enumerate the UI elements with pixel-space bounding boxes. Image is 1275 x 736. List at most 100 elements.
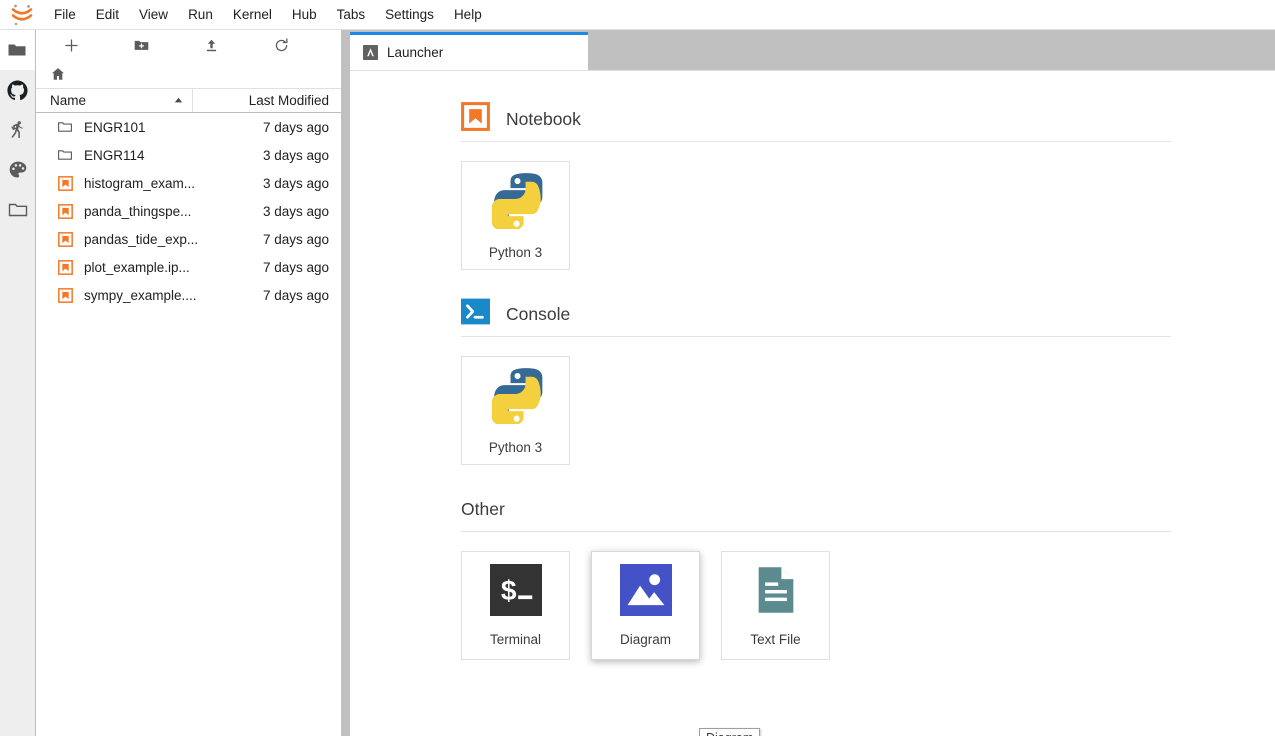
tab-launcher[interactable]: Launcher [350, 32, 588, 70]
menu-item-view[interactable]: View [130, 3, 177, 27]
section-header: Other [461, 487, 1171, 531]
launcher-section-console: Console Python 3 [461, 292, 1171, 465]
launch-card-console-python3[interactable]: Python 3 [461, 356, 570, 465]
plus-icon [64, 38, 78, 52]
menu-bar: File Edit View Run Kernel Hub Tabs Setti… [0, 0, 1275, 30]
menu-item-run[interactable]: Run [179, 3, 222, 27]
menu-item-kernel[interactable]: Kernel [224, 3, 281, 27]
list-item[interactable]: plot_example.ip... 7 days ago [36, 253, 341, 281]
file-modified: 7 days ago [262, 231, 329, 247]
tooltip: Diagram [699, 728, 761, 736]
launcher-section-other: Other $ Terminal Diagram Text File [461, 487, 1171, 660]
folder-icon [50, 147, 80, 163]
palette-icon [9, 161, 26, 178]
upload-icon [206, 39, 216, 51]
sidebar-item-github[interactable] [0, 70, 35, 110]
file-name: ENGR101 [84, 119, 146, 135]
launch-card-notebook-python3[interactable]: Python 3 [461, 161, 570, 270]
tab-bar: Launcher [350, 30, 1275, 70]
new-launcher-button[interactable] [36, 31, 106, 59]
card-row: Python 3 [461, 142, 1171, 270]
launcher-section-notebook: Notebook Python 3 [461, 97, 1171, 270]
menu-item-hub[interactable]: Hub [283, 3, 326, 27]
new-folder-icon [134, 40, 148, 50]
notebook-icon [50, 259, 80, 275]
file-browser-panel: Name Last Modified ENGR101 7 days ago EN [36, 30, 341, 736]
upload-files-button[interactable] [176, 31, 246, 59]
section-title: Notebook [506, 108, 581, 129]
file-list-header: Name Last Modified [36, 88, 341, 113]
list-item[interactable]: ENGR114 3 days ago [36, 141, 341, 169]
sidebar-item-running[interactable] [0, 110, 35, 150]
card-row: Python 3 [461, 337, 1171, 465]
notebook-icon [461, 102, 490, 136]
panel-splitter[interactable] [341, 30, 350, 736]
menu-item-tabs[interactable]: Tabs [328, 3, 375, 27]
section-header: Notebook [461, 97, 1171, 141]
svg-text:$: $ [500, 575, 516, 606]
notebook-icon [50, 175, 80, 191]
file-name: histogram_exam... [84, 175, 196, 191]
file-name: sympy_example.... [84, 287, 197, 303]
file-name: panda_thingspe... [84, 203, 192, 219]
python-icon [487, 366, 545, 429]
github-icon [7, 79, 28, 100]
file-modified: 7 days ago [262, 287, 329, 303]
card-label: Python 3 [488, 245, 543, 260]
python-icon [487, 171, 545, 234]
menu-item-settings[interactable]: Settings [376, 3, 443, 27]
notebook-icon [50, 203, 80, 219]
notebook-icon [50, 287, 80, 303]
column-header-last-modified[interactable]: Last Modified [193, 93, 341, 108]
file-name: pandas_tide_exp... [84, 231, 199, 247]
menu-item-edit[interactable]: Edit [87, 3, 128, 27]
file-modified: 7 days ago [262, 259, 329, 275]
activity-rail [0, 30, 36, 736]
breadcrumb[interactable] [36, 60, 341, 88]
folder-icon [50, 119, 80, 135]
file-browser-toolbar [36, 30, 341, 60]
launch-card-diagram[interactable]: Diagram [591, 551, 700, 660]
launch-card-terminal[interactable]: $ Terminal [461, 551, 570, 660]
file-list: ENGR101 7 days ago ENGR114 3 days ago hi… [36, 113, 341, 309]
list-item[interactable]: ENGR101 7 days ago [36, 113, 341, 141]
file-name: ENGR114 [84, 147, 145, 163]
sidebar-item-extension-manager[interactable] [0, 150, 35, 190]
text-file-icon [750, 564, 802, 621]
column-header-name-label: Name [50, 93, 87, 108]
refresh-file-list-button[interactable] [246, 31, 316, 59]
file-modified: 3 days ago [262, 203, 329, 219]
list-item[interactable]: pandas_tide_exp... 7 days ago [36, 225, 341, 253]
menu-item-file[interactable]: File [45, 3, 85, 27]
open-tabs-icon [8, 203, 27, 217]
menu-item-help[interactable]: Help [445, 3, 491, 27]
card-label: Python 3 [488, 440, 543, 455]
file-name: plot_example.ip... [84, 259, 190, 275]
notebook-icon [50, 231, 80, 247]
list-item[interactable]: panda_thingspe... 3 days ago [36, 197, 341, 225]
section-title: Console [506, 303, 571, 324]
new-folder-button[interactable] [106, 31, 176, 59]
file-modified: 3 days ago [262, 175, 329, 191]
running-icon [10, 121, 23, 138]
card-label: Diagram [619, 632, 671, 647]
folder-icon [8, 44, 26, 56]
list-item[interactable]: sympy_example.... 7 days ago [36, 281, 341, 309]
sidebar-item-file-browser[interactable] [0, 30, 35, 70]
terminal-icon: $ [489, 564, 542, 621]
column-header-name[interactable]: Name [36, 89, 193, 112]
launch-card-text-file[interactable]: Text File [721, 551, 830, 660]
list-item[interactable]: histogram_exam... 3 days ago [36, 169, 341, 197]
diagram-icon [619, 564, 672, 621]
card-row: $ Terminal Diagram Text File [461, 532, 1171, 660]
launcher-icon [363, 45, 378, 60]
refresh-icon [275, 37, 287, 51]
section-title: Other [461, 498, 505, 519]
card-label: Terminal [489, 632, 541, 647]
sort-ascending-icon [174, 97, 183, 103]
section-header: Console [461, 292, 1171, 336]
sidebar-item-open-tabs[interactable] [0, 190, 35, 230]
jupyter-logo[interactable] [0, 0, 44, 30]
home-icon [52, 68, 64, 80]
tab-label: Launcher [387, 45, 444, 60]
